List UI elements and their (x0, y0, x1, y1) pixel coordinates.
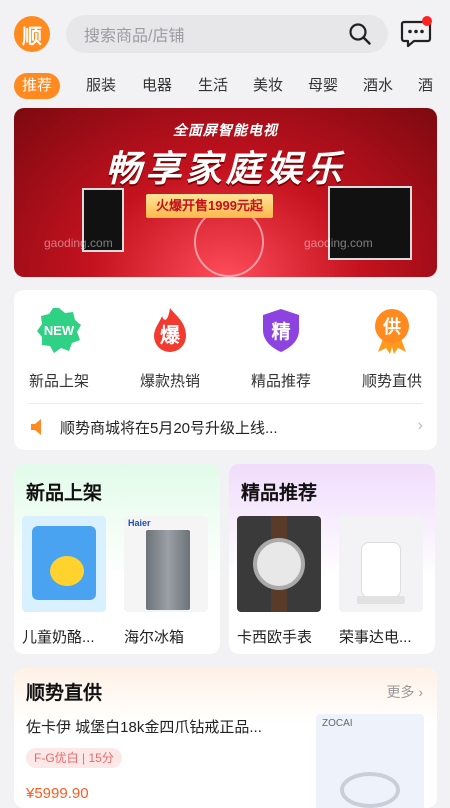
new-arrivals-title: 新品上架 (26, 483, 103, 504)
product-card[interactable]: Haier 海尔冰箱 (124, 516, 208, 647)
tab-appliances[interactable]: 电器 (142, 73, 172, 99)
quick-hot-sale[interactable]: 爆 爆款热销 (125, 306, 215, 391)
more-link[interactable]: 更多 › (386, 682, 423, 702)
fridge-product-image: Haier (124, 516, 208, 612)
new-arrivals-panel[interactable]: 新品上架 儿童奶酪... Haier 海尔冰箱 (14, 464, 220, 654)
product-card[interactable]: 儿童奶酪... (22, 516, 106, 647)
featured-panel[interactable]: 精品推荐 卡西欧手表 荣事达电... (229, 464, 435, 654)
divider (28, 403, 423, 404)
tab-more-cut[interactable]: 酒 (418, 73, 433, 99)
tab-baby[interactable]: 母婴 (308, 73, 338, 99)
product-spec-tag: F-G优白 | 15分 (26, 748, 122, 768)
ring-product-image[interactable]: ZOCAI (316, 714, 424, 808)
tab-living[interactable]: 生活 (198, 73, 228, 99)
featured-title: 精品推荐 (241, 483, 318, 504)
banner-price-tag: 火爆开售1999元起 (146, 194, 273, 218)
search-placeholder: 搜索商品/店铺 (84, 28, 185, 45)
new-badge-text: NEW (44, 323, 75, 338)
fire-icon-text: 爆 (160, 323, 181, 347)
quick-label: 顺势直供 (361, 373, 422, 390)
search-icon[interactable] (348, 22, 372, 46)
cheese-product-image (22, 516, 106, 612)
tab-clothing[interactable]: 服装 (86, 73, 116, 99)
fridge-brand-label: Haier (128, 518, 151, 528)
quick-label: 精品推荐 (250, 373, 311, 390)
product-price: ¥5999.90 (26, 785, 89, 802)
watch-product-image (237, 516, 321, 612)
banner-subtitle: 全面屏智能电视 (173, 122, 278, 138)
kettle-product-image (339, 516, 423, 612)
quick-direct-supply[interactable]: 供 顺势直供 (347, 306, 437, 391)
watermark-left: gaoding.com (44, 236, 113, 250)
product-name: 儿童奶酪... (22, 629, 95, 646)
chevron-right-icon: › (417, 417, 423, 434)
watermark-right: gaoding.com (304, 236, 373, 250)
quick-featured[interactable]: 精 精品推荐 (236, 306, 326, 391)
promo-banner[interactable]: 全面屏智能电视 畅享家庭娱乐 火爆开售1999元起 gaoding.com ga… (14, 108, 437, 277)
search-bar[interactable]: 搜索商品/店铺 (66, 15, 388, 53)
shield-icon-text: 精 (271, 320, 290, 343)
quick-label: 爆款热销 (139, 373, 200, 390)
quick-label: 新品上架 (28, 373, 89, 390)
tab-recommend[interactable]: 推荐 (14, 73, 61, 99)
more-link-label: 更多 (386, 684, 415, 700)
product-card[interactable]: 卡西欧手表 (237, 516, 321, 647)
quick-nav-card: NEW 新品上架 爆 爆款热销 精 精品推荐 供 顺势直供 顺势商城将在5月20… (14, 290, 437, 450)
header: 顺 搜索商品/店铺 (0, 0, 450, 68)
tab-liquor[interactable]: 酒水 (363, 73, 393, 99)
product-name: 卡西欧手表 (237, 629, 313, 646)
ring-brand-label: ZOCAI (322, 718, 353, 729)
direct-supply-section: 顺势直供 更多 › 佐卡伊 城堡白18k金四爪钻戒正品... F-G优白 | 1… (14, 668, 437, 808)
quick-new-arrivals[interactable]: NEW 新品上架 (14, 306, 104, 391)
shield-icon: 精 (257, 306, 305, 354)
product-card[interactable]: 荣事达电... (339, 516, 423, 647)
new-badge-icon: NEW (35, 306, 83, 354)
medal-icon-text: 供 (382, 316, 401, 338)
banner-title: 畅享家庭娱乐 (105, 148, 346, 189)
medal-icon: 供 (368, 306, 416, 354)
direct-supply-title: 顺势直供 (26, 683, 103, 704)
unread-badge (422, 16, 432, 26)
category-tabs: 推荐 服装 电器 生活 美妆 母婴 酒水 酒 (0, 68, 450, 104)
speaker-icon (31, 419, 41, 435)
app-logo[interactable]: 顺 (14, 16, 50, 52)
fire-icon: 爆 (146, 306, 194, 354)
product-name: 海尔冰箱 (124, 629, 185, 646)
message-button[interactable] (400, 16, 434, 50)
direct-product-name[interactable]: 佐卡伊 城堡白18k金四爪钻戒正品... (26, 716, 262, 737)
announcement-bar[interactable]: 顺势商城将在5月20号升级上线... › (28, 415, 423, 439)
tab-beauty[interactable]: 美妆 (253, 73, 283, 99)
product-name: 荣事达电... (339, 629, 412, 646)
announcement-text: 顺势商城将在5月20号升级上线... (60, 419, 278, 437)
